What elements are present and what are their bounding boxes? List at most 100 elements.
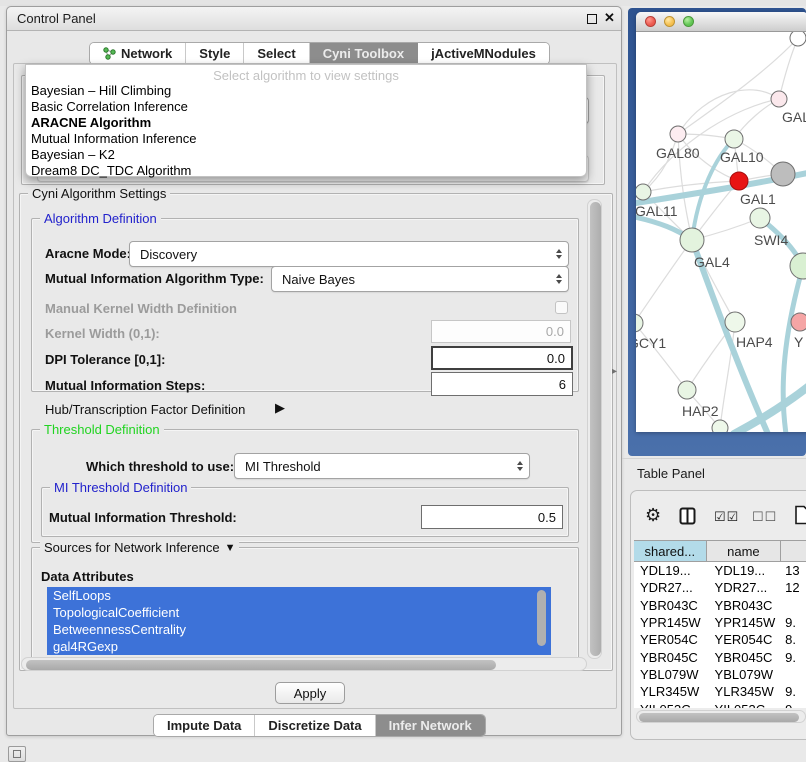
dpi-tolerance-field[interactable]: 0.0 — [431, 346, 573, 370]
manual-kernel-checkbox[interactable] — [555, 301, 568, 314]
unchecked-boxes-icon[interactable]: ☐☐ — [752, 509, 777, 525]
network-node[interactable] — [790, 32, 806, 46]
attribute-item[interactable]: gal4RGexp — [47, 638, 551, 655]
hub-definition-label[interactable]: Hub/Transcription Factor Definition — [45, 402, 245, 417]
kernel-width-field[interactable]: 0.0 — [431, 320, 571, 343]
network-node[interactable] — [790, 253, 806, 279]
mi-type-combobox[interactable]: Naive Bayes — [271, 266, 569, 292]
attribute-item[interactable]: SelfLoops — [47, 587, 551, 604]
tab-style[interactable]: Style — [186, 43, 244, 64]
network-edge[interactable] — [636, 240, 692, 323]
expander-right-icon[interactable]: ▶ — [275, 400, 285, 416]
algorithm-option[interactable]: Dream8 DC_TDC Algorithm — [26, 163, 586, 179]
table-row[interactable]: YDL19...YDL19...13 — [634, 562, 806, 579]
network-node-SWI4[interactable] — [750, 208, 770, 228]
tab-jactivemnodules[interactable]: jActiveMNodules — [418, 43, 549, 64]
attribute-item[interactable]: BetweennessCentrality — [47, 621, 551, 638]
table-row[interactable]: YBR043CYBR043C — [634, 597, 806, 614]
table-row[interactable]: YIL053CYIL053C9. — [634, 700, 806, 708]
collapse-down-icon[interactable]: ▼ — [225, 542, 236, 554]
network-edge[interactable] — [643, 134, 678, 192]
tab-discretize-data[interactable]: Discretize Data — [255, 715, 375, 736]
table-horizontal-scrollbar-thumb[interactable] — [639, 713, 799, 722]
table-row[interactable]: YBL079WYBL079W — [634, 666, 806, 683]
column-header[interactable] — [781, 541, 806, 561]
close-icon[interactable]: ✕ — [604, 10, 615, 26]
screenshot-stage: Control Panel ✕ NetworkStyleSelectCyni T… — [0, 0, 806, 762]
table-cell: YDL19... — [707, 563, 782, 578]
network-node-label: GAL4 — [694, 254, 730, 270]
checked-boxes-icon[interactable]: ☑☑ — [714, 509, 739, 525]
network-node-GAL80[interactable] — [670, 126, 686, 142]
column-header[interactable]: shared... — [634, 541, 707, 561]
network-node-GAL10[interactable] — [725, 130, 743, 148]
which-threshold-combobox[interactable]: MI Threshold — [234, 453, 530, 479]
file-icon[interactable] — [794, 505, 806, 530]
mi-steps-label: Mutual Information Steps: — [45, 378, 205, 393]
data-attributes-list: SelfLoopsTopologicalCoefficientBetweenne… — [47, 587, 551, 655]
network-canvas[interactable]: GALGAL80GAL10GAL1GAL11SWI4GAL4GCY1HAP4YH… — [636, 32, 806, 432]
table-panel-title: Table Panel — [637, 466, 705, 481]
table-row[interactable]: YDR27...YDR27...12 — [634, 579, 806, 596]
algorithm-option[interactable]: Bayesian – K2 — [26, 147, 586, 163]
minimize-traffic-light-icon[interactable] — [664, 16, 675, 27]
attribute-item[interactable]: TopologicalCoefficient — [47, 604, 551, 621]
network-node-GAL1[interactable] — [730, 172, 748, 190]
tab-impute-data[interactable]: Impute Data — [154, 715, 255, 736]
algorithm-option[interactable]: ARACNE Algorithm — [26, 115, 586, 131]
sources-group-title[interactable]: Sources for Network Inference ▼ — [40, 540, 239, 555]
network-node-GAL11[interactable] — [636, 184, 651, 200]
network-node-GAL4[interactable] — [680, 228, 704, 252]
settings-horizontal-scrollbar-thumb[interactable] — [26, 660, 496, 670]
table-cell: YBR043C — [707, 598, 782, 613]
algorithm-option[interactable]: Bayesian – Hill Climbing — [26, 83, 586, 99]
table-row[interactable]: YPR145WYPR145W9. — [634, 614, 806, 631]
gear-icon[interactable]: ⚙ — [645, 505, 661, 526]
control-panel-titlebar: Control Panel ✕ — [7, 7, 621, 31]
network-node-label: GAL — [782, 109, 806, 125]
split-column-icon[interactable] — [679, 507, 696, 530]
sources-title-text: Sources for Network Inference — [44, 540, 220, 555]
network-edge[interactable] — [734, 382, 806, 432]
network-edge[interactable] — [636, 323, 687, 390]
table-cell: YPR145W — [707, 615, 782, 630]
zoom-traffic-light-icon[interactable] — [683, 16, 694, 27]
mi-threshold-field[interactable]: 0.5 — [421, 505, 563, 529]
table-row[interactable]: YLR345WYLR345W9. — [634, 683, 806, 700]
splitter-collapse-icon[interactable]: ▸ — [612, 366, 617, 377]
tab-infer-network[interactable]: Infer Network — [376, 715, 485, 736]
settings-vertical-scrollbar[interactable] — [587, 199, 602, 659]
algorithm-option[interactable]: Mutual Information Inference — [26, 131, 586, 147]
table-row[interactable]: YER054CYER054C8. — [634, 631, 806, 648]
tab-cyni-toolbox[interactable]: Cyni Toolbox — [310, 43, 418, 64]
network-node-label: GAL80 — [656, 145, 700, 161]
tab-network[interactable]: Network — [90, 43, 186, 64]
network-node-label: GAL11 — [636, 203, 678, 219]
network-node-HAP4[interactable] — [725, 312, 745, 332]
network-node-GAL[interactable] — [771, 91, 787, 107]
control-panel-window: Control Panel ✕ NetworkStyleSelectCyni T… — [6, 6, 622, 736]
network-edge[interactable] — [678, 38, 798, 134]
panel-grid-button[interactable] — [8, 746, 26, 762]
column-header[interactable]: name — [707, 541, 782, 561]
table-cell: YBL079W — [707, 667, 782, 682]
network-node-Y[interactable] — [791, 313, 806, 331]
algorithm-option[interactable]: Basic Correlation Inference — [26, 99, 586, 115]
network-node[interactable] — [712, 420, 728, 432]
network-node-GCY1[interactable] — [636, 314, 643, 332]
float-window-icon[interactable] — [587, 14, 597, 24]
network-node[interactable] — [771, 162, 795, 186]
network-node-HAP2[interactable] — [678, 381, 696, 399]
settings-horizontal-scrollbar[interactable] — [21, 657, 587, 671]
table-row[interactable]: YBR045CYBR045C9. — [634, 648, 806, 665]
mi-steps-field[interactable]: 6 — [431, 372, 573, 396]
tab-select[interactable]: Select — [244, 43, 309, 64]
settings-vertical-scrollbar-thumb[interactable] — [590, 202, 601, 656]
attributes-list-scrollbar-thumb[interactable] — [537, 590, 546, 646]
table-cell: 9. — [781, 684, 806, 699]
network-edge[interactable] — [678, 90, 779, 134]
aracne-mode-combobox[interactable]: Discovery — [129, 241, 569, 267]
table-horizontal-scrollbar[interactable] — [636, 710, 806, 723]
close-traffic-light-icon[interactable] — [645, 16, 656, 27]
apply-button[interactable]: Apply — [275, 682, 345, 704]
